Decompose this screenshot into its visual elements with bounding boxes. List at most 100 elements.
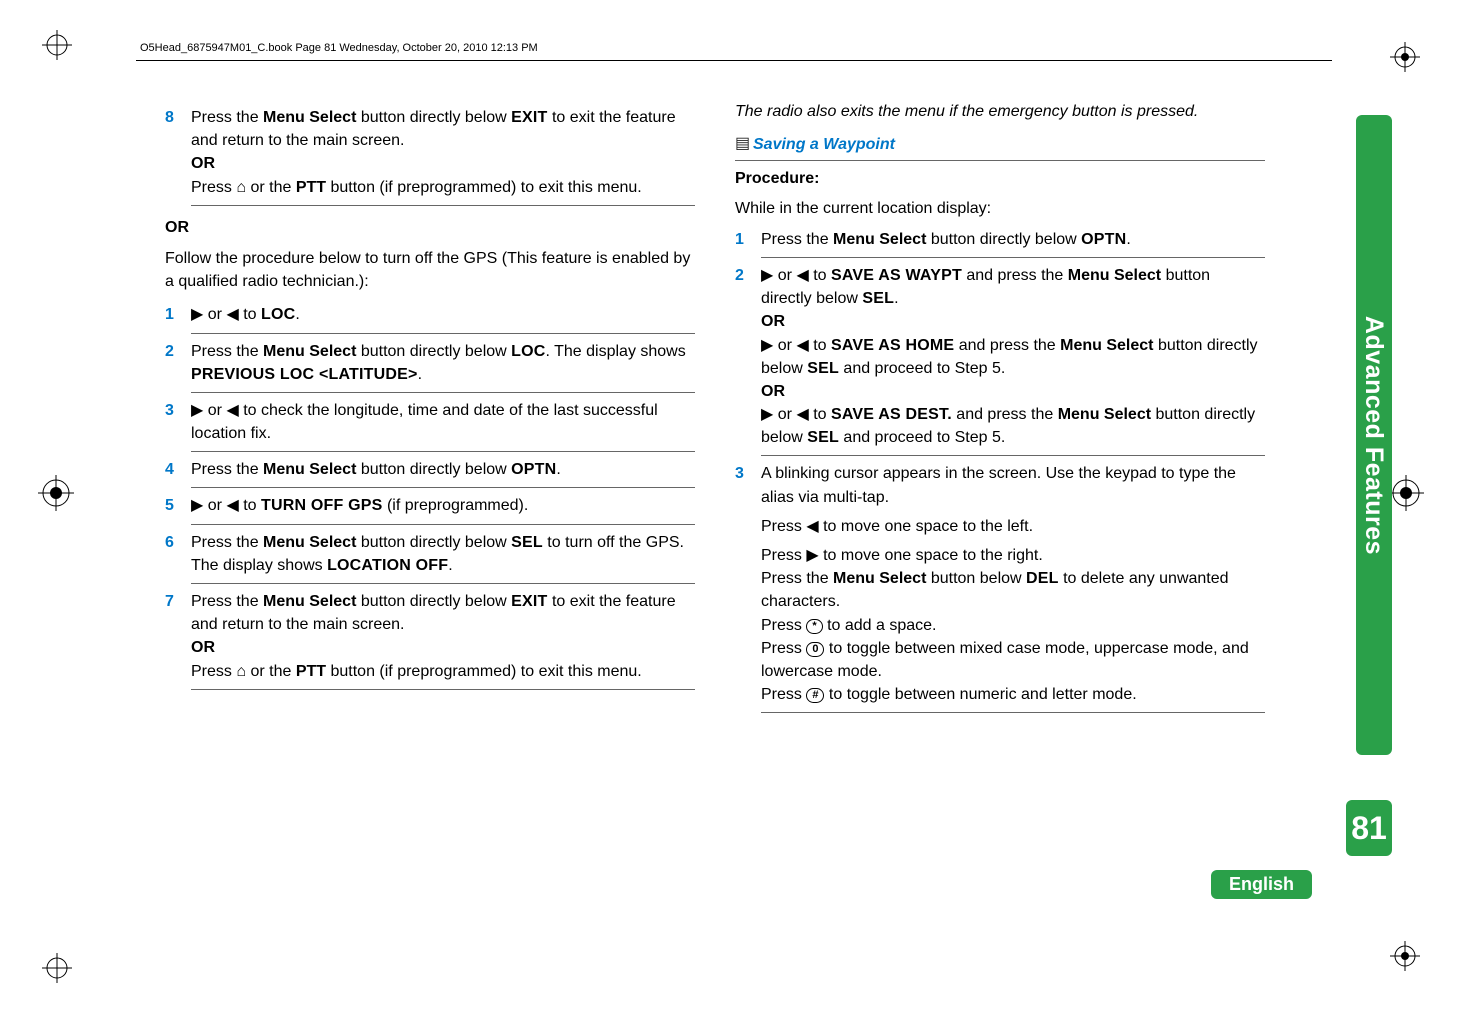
text: Press <box>761 686 806 703</box>
text: . <box>295 306 299 323</box>
nav-right-icon: ▶ <box>806 544 818 567</box>
step-body: Press the Menu Select button directly be… <box>191 340 695 386</box>
step-7: 7 Press the Menu Select button directly … <box>165 590 695 683</box>
screen-prev-loc: PREVIOUS LOC <LATITUDE> <box>191 366 418 383</box>
or-label: OR <box>191 155 215 172</box>
text: to toggle between mixed case mode, upper… <box>761 640 1249 680</box>
right-step-3: 3 A blinking cursor appears in the scree… <box>735 462 1265 706</box>
menu-select-label: Menu Select <box>263 109 356 126</box>
screen-save-waypt: SAVE AS WAYPT <box>831 267 962 284</box>
screen-loc: LOC <box>261 306 295 323</box>
nav-right-icon: ▶ <box>191 494 203 517</box>
nav-right-icon: ▶ <box>761 403 773 426</box>
nav-left-icon: ◀ <box>796 264 808 287</box>
sidebar-tab: Advanced Features <box>1356 115 1392 755</box>
step-body: Press the Menu Select button directly be… <box>761 228 1265 251</box>
ptt-label: PTT <box>296 663 326 680</box>
menu-select-label: Menu Select <box>1068 267 1161 284</box>
text: Press <box>761 518 806 535</box>
text: Press <box>191 663 236 680</box>
page-root: O5Head_6875947M01_C.book Page 81 Wednesd… <box>0 0 1462 1013</box>
step-body: ▶ or ◀ to LOC. <box>191 303 695 326</box>
step-number: 1 <box>165 303 191 326</box>
keypad-zero-icon: 0 <box>806 642 824 657</box>
screen-location-off: LOCATION OFF <box>327 557 448 574</box>
text: . The display shows <box>546 343 686 360</box>
text: button directly below <box>356 534 511 551</box>
text: and press the <box>962 267 1068 284</box>
text: Press <box>191 179 236 196</box>
or-label: OR <box>761 383 785 400</box>
text: to <box>239 497 261 514</box>
separator <box>191 451 695 452</box>
nav-left-icon: ◀ <box>226 494 238 517</box>
text: to <box>809 406 831 423</box>
separator <box>191 205 695 206</box>
registration-mark-icon <box>1390 42 1420 72</box>
screen-del: DEL <box>1026 570 1059 587</box>
text: Press the <box>761 231 833 248</box>
separator <box>191 333 695 334</box>
document-icon: ▤ <box>735 132 750 155</box>
procedure-intro: While in the current location display: <box>735 197 1265 220</box>
text: Press the <box>191 461 263 478</box>
step-8: 8 Press the Menu Select button directly … <box>165 106 695 199</box>
separator <box>191 689 695 690</box>
menu-select-label: Menu Select <box>263 593 356 610</box>
nav-right-icon: ▶ <box>191 303 203 326</box>
text: Press <box>761 617 806 634</box>
text: Press the <box>191 343 263 360</box>
step-body: Press the Menu Select button directly be… <box>191 531 695 577</box>
menu-select-label: Menu Select <box>1058 406 1151 423</box>
step-4: 4 Press the Menu Select button directly … <box>165 458 695 481</box>
home-icon: ⌂ <box>236 660 246 683</box>
text: to move one space to the left. <box>819 518 1033 535</box>
section-title-saving-waypoint: ▤ Saving a Waypoint <box>735 133 1265 161</box>
content-area: 8 Press the Menu Select button directly … <box>165 100 1265 719</box>
screen-loc: LOC <box>511 343 545 360</box>
screen-save-dest: SAVE AS DEST. <box>831 406 952 423</box>
step-number: 8 <box>165 106 191 199</box>
menu-select-label: Menu Select <box>263 534 356 551</box>
text: or <box>203 497 226 514</box>
section-title-text: Saving a Waypoint <box>753 136 895 153</box>
step-number: 7 <box>165 590 191 683</box>
screen-optn: OPTN <box>511 461 556 478</box>
nav-left-icon: ◀ <box>796 403 808 426</box>
note-text: The radio also exits the menu if the eme… <box>735 100 1265 123</box>
step-body: A blinking cursor appears in the screen.… <box>761 462 1265 706</box>
text: to <box>809 267 831 284</box>
text: or <box>203 306 226 323</box>
separator <box>191 487 695 488</box>
menu-select-label: Menu Select <box>263 343 356 360</box>
or-label: OR <box>165 219 189 236</box>
separator <box>191 524 695 525</box>
step-number: 1 <box>735 228 761 251</box>
nav-left-icon: ◀ <box>226 303 238 326</box>
text: . <box>418 366 422 383</box>
text: and proceed to Step 5. <box>839 429 1005 446</box>
right-step-1: 1 Press the Menu Select button directly … <box>735 228 1265 251</box>
separator <box>191 583 695 584</box>
registration-mark-icon <box>1390 941 1420 971</box>
registration-mark-icon <box>1388 475 1424 511</box>
nav-left-icon: ◀ <box>806 515 818 538</box>
step-number: 6 <box>165 531 191 577</box>
header-rule <box>136 60 1332 61</box>
step-1: 1 ▶ or ◀ to LOC. <box>165 303 695 326</box>
text: and press the <box>952 406 1058 423</box>
nav-left-icon: ◀ <box>796 334 808 357</box>
step-body: ▶ or ◀ to check the longitude, time and … <box>191 399 695 445</box>
menu-select-label: Menu Select <box>1060 337 1153 354</box>
text: to <box>239 306 261 323</box>
text: button directly below <box>926 231 1081 248</box>
procedure-label: Procedure: <box>735 167 1265 190</box>
text: Press the <box>761 570 833 587</box>
text: button directly below <box>356 593 511 610</box>
text: . <box>556 461 560 478</box>
nav-left-icon: ◀ <box>226 399 238 422</box>
step-number: 3 <box>165 399 191 445</box>
text: or <box>773 267 796 284</box>
screen-sel: SEL <box>807 360 839 377</box>
screen-exit: EXIT <box>511 109 547 126</box>
